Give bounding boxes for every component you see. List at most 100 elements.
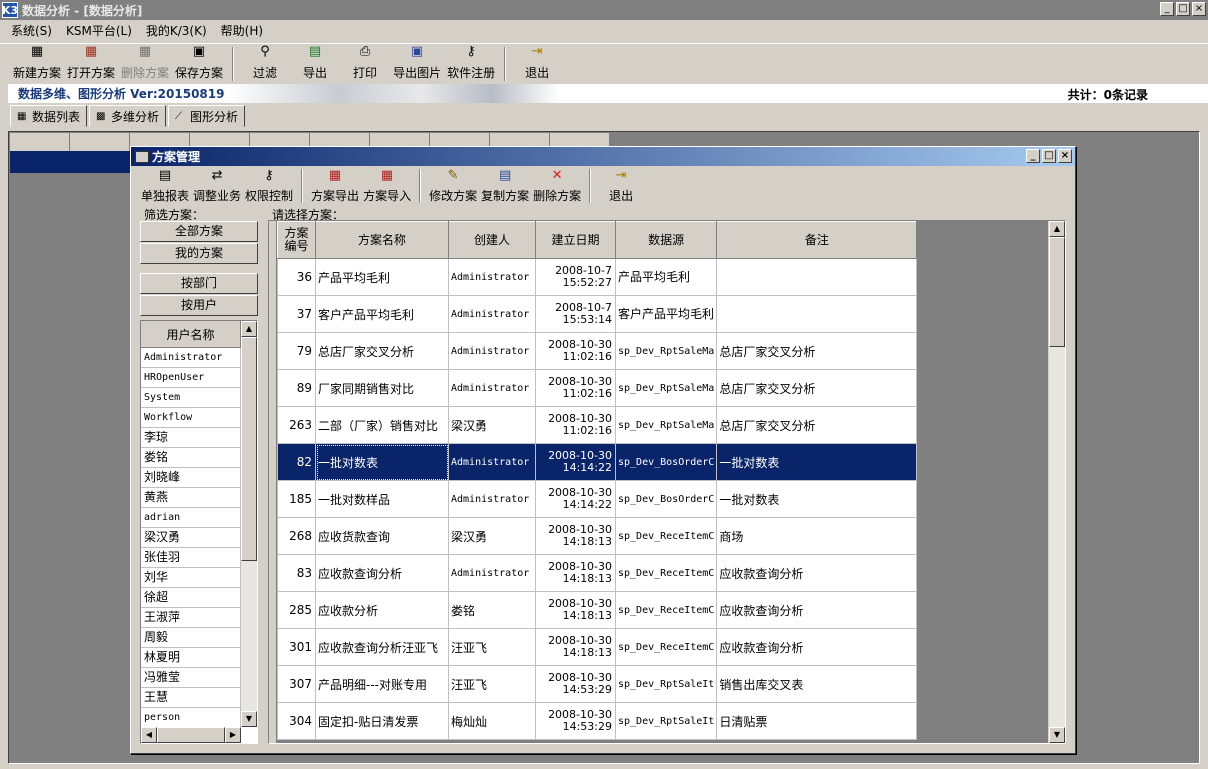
user-list-item[interactable]: adrian	[141, 508, 241, 528]
plan-creator-cell[interactable]: 梁汉勇	[448, 517, 536, 555]
user-list-item[interactable]: 李琼	[141, 428, 241, 448]
plan-creator-cell[interactable]: 梁汉勇	[448, 406, 536, 444]
plan-name-cell[interactable]: 客户产品平均毛利	[315, 295, 449, 333]
export-image-button[interactable]: ▣ 导出图片	[390, 43, 444, 83]
scroll-up-arrow[interactable]: ▲	[241, 321, 257, 337]
plan-creator-cell[interactable]: 汪亚飞	[448, 665, 536, 703]
plan-note-cell[interactable]	[716, 295, 918, 333]
user-list-item[interactable]: HROpenUser	[141, 368, 241, 388]
scroll-thumb[interactable]	[241, 337, 257, 561]
single-report-button[interactable]: ▤ 单独报表	[139, 167, 191, 205]
plan-creator-cell[interactable]: 汪亚飞	[448, 628, 536, 666]
plan-name-cell[interactable]: 应收款查询分析	[315, 554, 449, 592]
print-button[interactable]: ⎙ 打印	[340, 43, 390, 83]
scroll-down-arrow[interactable]: ▼	[241, 711, 257, 727]
plan-name-cell[interactable]: 应收货款查询	[315, 517, 449, 555]
user-list-item[interactable]: 冯雅莹	[141, 668, 241, 688]
plan-date-cell[interactable]: 2008-10-30 14:53:29	[535, 665, 616, 703]
plan-note-cell[interactable]: 商场	[716, 517, 918, 555]
minimize-button[interactable]: _	[1160, 2, 1174, 16]
plan-id-cell[interactable]: 307	[277, 665, 316, 703]
plan-grid-scrollbar[interactable]: ▲ ▼	[1048, 221, 1065, 743]
plan-name-cell[interactable]: 产品平均毛利	[315, 258, 449, 296]
plan-date-cell[interactable]: 2008-10-7 15:52:27	[535, 258, 616, 296]
plan-creator-cell[interactable]: 娄铭	[448, 591, 536, 629]
plan-source-cell[interactable]: sp_Dev_BosOrderC	[614, 480, 718, 518]
plan-id-cell[interactable]: 83	[277, 554, 316, 592]
plan-id-cell[interactable]: 263	[277, 406, 316, 444]
user-list-item[interactable]: 黄燕	[141, 488, 241, 508]
plan-note-cell[interactable]: 一批对数表	[716, 443, 918, 481]
exit-button[interactable]: ⇥ 退出	[512, 43, 562, 83]
open-plan-button[interactable]: ▦ 打开方案	[64, 43, 118, 83]
plan-row[interactable]: 83 应收款查询分析 Administrator 2008-10-30 14:18:13…	[277, 554, 918, 592]
plan-row[interactable]: 185 一批对数样品 Administrator 2008-10-30 14:14:22…	[277, 480, 918, 518]
menu-ksm[interactable]: KSM平台(L)	[59, 22, 139, 39]
adjust-business-button[interactable]: ⇄ 调整业务	[191, 167, 243, 205]
register-button[interactable]: ⚷ 软件注册	[444, 43, 498, 83]
plan-row[interactable]: 307 产品明细---对账专用 汪亚飞 2008-10-30 14:53:29 sp_De…	[277, 665, 918, 703]
plan-name-cell[interactable]: 厂家同期销售对比	[315, 369, 449, 407]
plan-export-button[interactable]: ▦ 方案导出	[309, 167, 361, 205]
plan-source-cell[interactable]: sp_Dev_ReceItemC	[614, 591, 718, 629]
user-list-item[interactable]: 王慧	[141, 688, 241, 708]
user-list-item[interactable]: 娄铭	[141, 448, 241, 468]
menu-system[interactable]: 系统(S)	[4, 22, 59, 39]
scroll-down-arrow[interactable]: ▼	[1049, 727, 1065, 743]
user-list-item[interactable]: 刘华	[141, 568, 241, 588]
plan-creator-cell[interactable]: Administrator	[448, 443, 536, 481]
tab-data-list[interactable]: ▦ 数据列表	[10, 105, 88, 127]
plan-row[interactable]: 304 固定扣-贴日清发票 梅灿灿 2008-10-30 14:53:29 sp_Dev_…	[277, 702, 918, 740]
plan-name-cell[interactable]: 一批对数表	[315, 443, 449, 481]
tab-chart[interactable]: ⟋ 图形分析	[168, 105, 246, 127]
plan-date-cell[interactable]: 2008-10-30 14:18:13	[535, 591, 616, 629]
plan-name-cell[interactable]: 产品明细---对账专用	[315, 665, 449, 703]
plan-creator-cell[interactable]: Administrator	[448, 480, 536, 518]
plan-date-cell[interactable]: 2008-10-30 14:14:22	[535, 480, 616, 518]
plan-id-cell[interactable]: 79	[277, 332, 316, 370]
save-plan-button[interactable]: ▣ 保存方案	[172, 43, 226, 83]
plan-row[interactable]: 82 一批对数表 Administrator 2008-10-30 14:14:22 sp…	[277, 443, 918, 481]
hscroll-thumb[interactable]	[157, 727, 225, 743]
user-list-item[interactable]: person	[141, 708, 241, 728]
user-list-item[interactable]: Administrator	[141, 348, 241, 368]
all-plans-button[interactable]: 全部方案	[140, 221, 258, 242]
plan-id-cell[interactable]: 285	[277, 591, 316, 629]
plan-creator-cell[interactable]: Administrator	[448, 295, 536, 333]
user-list-item[interactable]: 梁汉勇	[141, 528, 241, 548]
plan-date-cell[interactable]: 2008-10-30 11:02:16	[535, 406, 616, 444]
col-header-creator[interactable]: 创建人	[448, 221, 536, 259]
plan-name-cell[interactable]: 固定扣-贴日清发票	[315, 702, 449, 740]
user-list-item[interactable]: 王淑萍	[141, 608, 241, 628]
menu-my-k3[interactable]: 我的K/3(K)	[139, 22, 214, 39]
plan-row[interactable]: 263 二部（厂家）销售对比 梁汉勇 2008-10-30 11:02:16 sp_Dev…	[277, 406, 918, 444]
plan-source-cell[interactable]: 客户产品平均毛利	[614, 295, 718, 333]
modify-plan-button[interactable]: ✎ 修改方案	[427, 167, 479, 205]
plan-row[interactable]: 268 应收货款查询 梁汉勇 2008-10-30 14:18:13 sp_Dev_Rec…	[277, 517, 918, 555]
plan-id-cell[interactable]: 185	[277, 480, 316, 518]
user-list-item[interactable]: 林夏明	[141, 648, 241, 668]
my-plans-button[interactable]: 我的方案	[140, 243, 258, 264]
export-button[interactable]: ▤ 导出	[290, 43, 340, 83]
plan-row[interactable]: 89 厂家同期销售对比 Administrator 2008-10-30 11:02:1…	[277, 369, 918, 407]
plan-row[interactable]: 301 应收款查询分析汪亚飞 汪亚飞 2008-10-30 14:18:13 sp_Dev…	[277, 628, 918, 666]
plan-creator-cell[interactable]: 梅灿灿	[448, 702, 536, 740]
delete-plan-button[interactable]: ▦ 删除方案	[118, 43, 172, 83]
plan-source-cell[interactable]: sp_Dev_ReceItemC	[614, 628, 718, 666]
plan-id-cell[interactable]: 82	[277, 443, 316, 481]
user-list-scrollbar[interactable]: ▲ ▼	[241, 321, 257, 727]
plan-source-cell[interactable]: sp_Dev_RptSaleMa	[614, 332, 718, 370]
plan-note-cell[interactable]: 总店厂家交叉分析	[716, 406, 918, 444]
plan-date-cell[interactable]: 2008-10-30 14:53:29	[535, 702, 616, 740]
plan-row[interactable]: 79 总店厂家交叉分析 Administrator 2008-10-30 11:02:1…	[277, 332, 918, 370]
plan-creator-cell[interactable]: Administrator	[448, 369, 536, 407]
close-button[interactable]: ×	[1192, 2, 1206, 16]
dialog-exit-button[interactable]: ⇥ 退出	[597, 167, 645, 205]
user-name-header[interactable]: 用户名称	[141, 321, 241, 348]
scroll-thumb[interactable]	[1049, 237, 1065, 347]
scroll-left-arrow[interactable]: ◀	[141, 727, 157, 743]
user-list-item[interactable]: 徐超	[141, 588, 241, 608]
user-list[interactable]: 用户名称 Administrator HROpenUser System Workfl…	[140, 320, 258, 744]
col-header-note[interactable]: 备注	[716, 221, 918, 259]
plan-name-cell[interactable]: 总店厂家交叉分析	[315, 332, 449, 370]
